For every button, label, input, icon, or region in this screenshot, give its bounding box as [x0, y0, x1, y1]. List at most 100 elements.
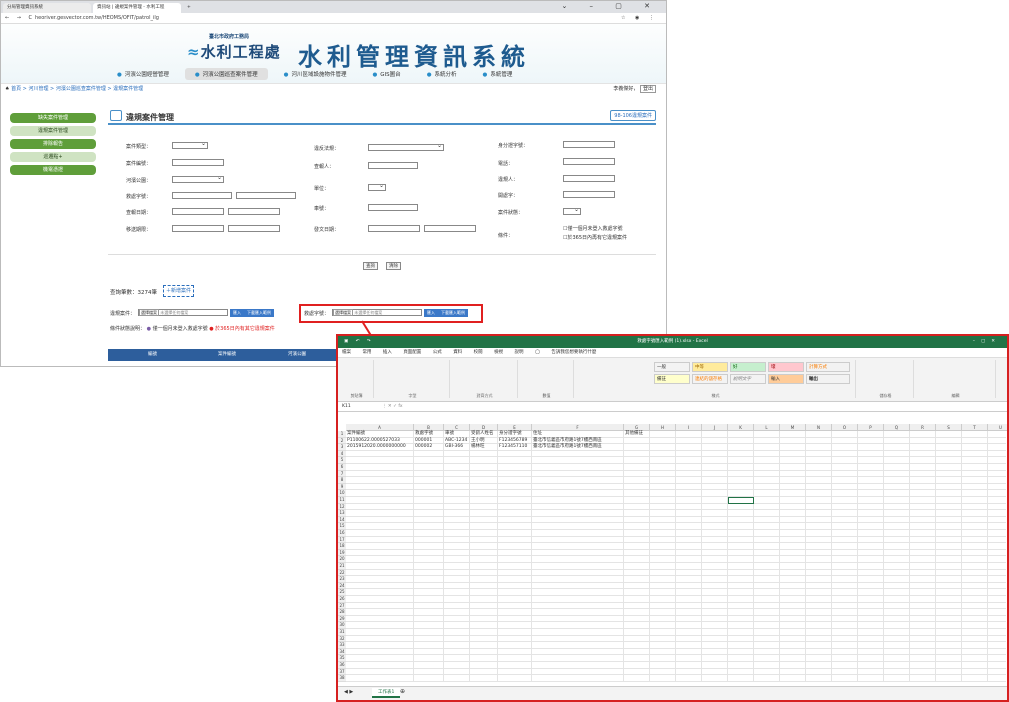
- row-header[interactable]: 1: [338, 431, 346, 438]
- column-header[interactable]: M: [780, 424, 806, 431]
- name-box[interactable]: K11: [342, 402, 351, 412]
- excel-tab[interactable]: 說明: [515, 350, 524, 355]
- row-header[interactable]: 20: [338, 556, 346, 563]
- column-header[interactable]: L: [754, 424, 780, 431]
- row-header[interactable]: 23: [338, 576, 346, 583]
- column-header[interactable]: F: [532, 424, 624, 431]
- row-header[interactable]: 25: [338, 589, 346, 596]
- row-header[interactable]: 26: [338, 596, 346, 603]
- style-cell[interactable]: 壞: [768, 362, 804, 372]
- row-header[interactable]: 11: [338, 497, 346, 504]
- column-header[interactable]: N: [806, 424, 832, 431]
- row-header[interactable]: 7: [338, 470, 346, 478]
- column-header[interactable]: E: [498, 424, 532, 431]
- style-cell[interactable]: 說明文字: [730, 374, 766, 384]
- header-cell[interactable]: 住址: [533, 431, 542, 438]
- row-header[interactable]: 19: [338, 549, 346, 557]
- column-header[interactable]: C: [444, 424, 470, 431]
- data-cell[interactable]: 2015912020.0000000000: [347, 444, 406, 451]
- row-header[interactable]: 3: [338, 444, 346, 451]
- row-header[interactable]: 21: [338, 563, 346, 570]
- excel-tab[interactable]: 公式: [433, 350, 442, 355]
- column-header[interactable]: T: [962, 424, 988, 431]
- row-header[interactable]: 18: [338, 543, 346, 550]
- column-header[interactable]: O: [832, 424, 858, 431]
- column-header[interactable]: H: [650, 424, 676, 431]
- add-sheet-button[interactable]: ⊕: [400, 688, 405, 695]
- row-header[interactable]: 27: [338, 602, 346, 610]
- row-header[interactable]: 30: [338, 622, 346, 629]
- header-cell[interactable]: 案件編號: [347, 431, 365, 438]
- row-header[interactable]: 9: [338, 483, 346, 491]
- row-header[interactable]: 22: [338, 569, 346, 577]
- sheet-nav[interactable]: ◀ ▶: [344, 689, 353, 695]
- style-cell[interactable]: 中等: [692, 362, 728, 372]
- row-header[interactable]: 16: [338, 530, 346, 537]
- tell-me[interactable]: 告訴我您想要執行什麼: [551, 350, 596, 355]
- excel-window-controls[interactable]: –▢✕: [973, 336, 1001, 348]
- row-header[interactable]: 35: [338, 655, 346, 662]
- row-header[interactable]: 8: [338, 477, 346, 484]
- style-cell[interactable]: 好: [730, 362, 766, 372]
- style-cell[interactable]: 計算方式: [806, 362, 850, 372]
- header-cell[interactable]: 救處字號: [415, 431, 433, 438]
- style-cell[interactable]: 連結的儲存格: [692, 374, 728, 384]
- row-header[interactable]: 6: [338, 464, 346, 471]
- ribbon-clipboard[interactable]: 剪貼簿: [340, 360, 374, 398]
- style-cell[interactable]: 輸入: [768, 374, 804, 384]
- formula-icons[interactable]: ⋮ ✕ ✓ fx: [382, 402, 403, 412]
- ribbon-align[interactable]: 對齊方式: [452, 360, 518, 398]
- column-header[interactable]: A: [346, 424, 414, 431]
- row-header[interactable]: 36: [338, 662, 346, 669]
- excel-tab[interactable]: 檢視: [494, 350, 503, 355]
- ribbon-number[interactable]: 數值: [520, 360, 574, 398]
- header-cell[interactable]: 其他備註: [625, 431, 643, 438]
- column-header[interactable]: S: [936, 424, 962, 431]
- data-cell[interactable]: 000002: [415, 444, 432, 451]
- row-header[interactable]: 12: [338, 503, 346, 511]
- row-header[interactable]: 33: [338, 642, 346, 649]
- row-header[interactable]: 32: [338, 635, 346, 643]
- data-cell[interactable]: GBI-366: [445, 444, 463, 451]
- data-cell[interactable]: 楊林旺: [471, 444, 485, 451]
- excel-quick-icons[interactable]: ▣ ↶ ↷: [344, 336, 374, 348]
- column-header[interactable]: D: [470, 424, 498, 431]
- style-cell[interactable]: 輸出: [806, 374, 850, 384]
- excel-tab[interactable]: 檔案: [342, 350, 351, 355]
- style-cell[interactable]: 一般: [654, 362, 690, 372]
- header-cell[interactable]: 身分證字號: [499, 431, 522, 438]
- header-cell[interactable]: 車號: [445, 431, 454, 438]
- row-header[interactable]: 13: [338, 510, 346, 517]
- row-header[interactable]: 10: [338, 490, 346, 497]
- column-header[interactable]: J: [702, 424, 728, 431]
- row-header[interactable]: 38: [338, 675, 346, 682]
- row-header[interactable]: 2: [338, 437, 346, 445]
- row-header[interactable]: 34: [338, 648, 346, 656]
- excel-tab[interactable]: 校閱: [474, 350, 483, 355]
- row-header[interactable]: 31: [338, 629, 346, 636]
- row-header[interactable]: 37: [338, 668, 346, 676]
- column-header[interactable]: U: [988, 424, 1007, 431]
- ribbon-editing[interactable]: 編輯: [916, 360, 996, 398]
- column-header[interactable]: I: [676, 424, 702, 431]
- row-header[interactable]: 29: [338, 615, 346, 623]
- excel-tab[interactable]: 常用: [362, 350, 371, 355]
- excel-tab[interactable]: 頁面配置: [403, 350, 421, 355]
- column-header[interactable]: R: [910, 424, 936, 431]
- column-header[interactable]: G: [624, 424, 650, 431]
- row-header[interactable]: 24: [338, 582, 346, 590]
- header-cell[interactable]: 受罰人姓名: [471, 431, 494, 438]
- ribbon-cells[interactable]: 儲存格: [858, 360, 914, 398]
- row-header[interactable]: 28: [338, 609, 346, 616]
- column-header[interactable]: P: [858, 424, 884, 431]
- row-header[interactable]: 17: [338, 536, 346, 544]
- sheet-tab[interactable]: 工作表1: [372, 688, 401, 698]
- data-cell[interactable]: F123457110: [499, 444, 527, 451]
- row-header[interactable]: 14: [338, 516, 346, 524]
- column-header[interactable]: K: [728, 424, 754, 431]
- column-header[interactable]: B: [414, 424, 444, 431]
- row-header[interactable]: 4: [338, 450, 346, 458]
- row-header[interactable]: 15: [338, 523, 346, 530]
- selected-cell[interactable]: [728, 497, 754, 504]
- ribbon-font[interactable]: 字型: [376, 360, 450, 398]
